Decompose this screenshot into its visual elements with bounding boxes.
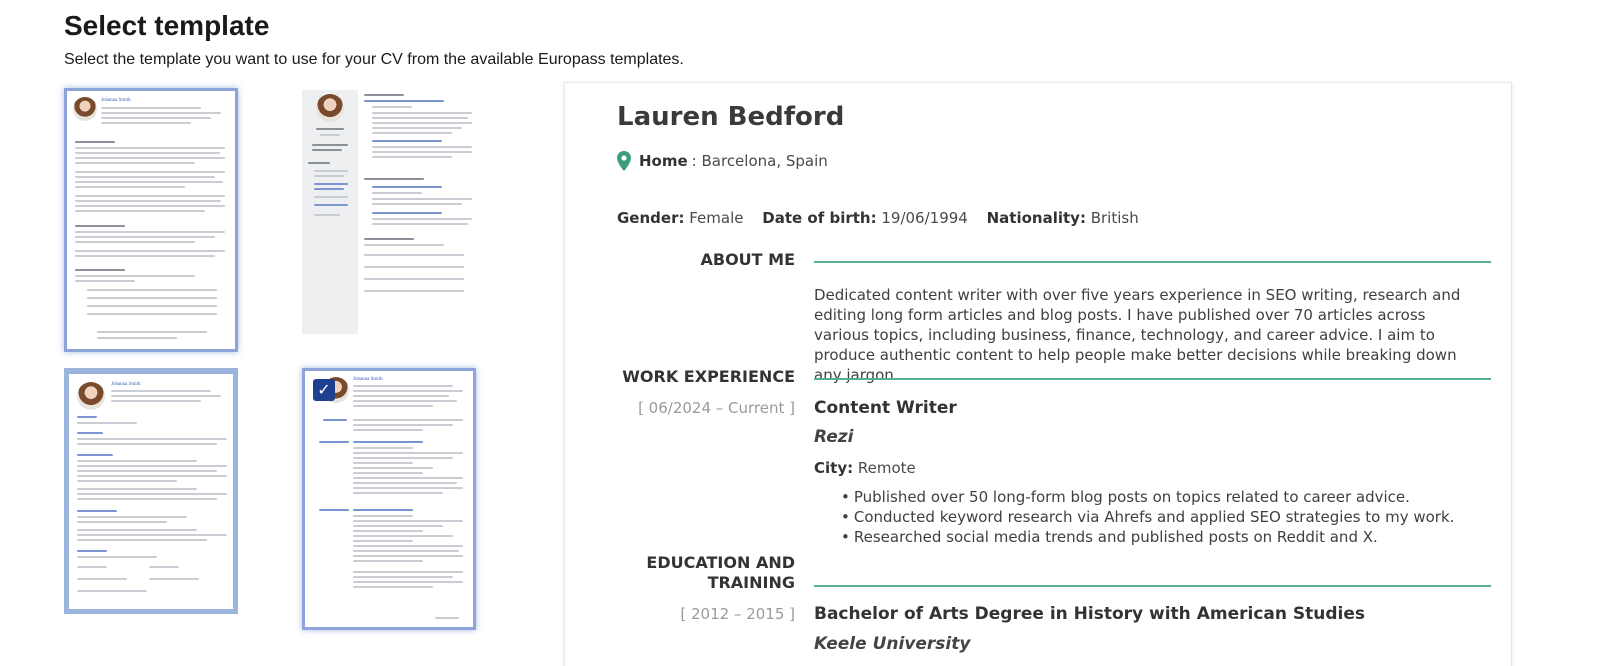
cv-preview: Lauren Bedford Home : Barcelona, Spain G… bbox=[564, 82, 1512, 666]
thumbnail-name: Johanna Smith bbox=[111, 382, 141, 387]
dob-label: Date of birth: bbox=[762, 209, 877, 227]
list-item: Researched social media trends and publi… bbox=[851, 527, 1454, 547]
work-dates: [ 06/2024 – Current ] bbox=[638, 399, 795, 417]
education-divider bbox=[814, 585, 1491, 587]
gender-value: Female bbox=[684, 209, 744, 227]
template-thumbnail-1[interactable]: Johanna Smith bbox=[64, 88, 238, 352]
education-heading-line1: EDUCATION AND bbox=[646, 553, 795, 572]
city-value: Remote bbox=[853, 459, 916, 477]
about-heading: ABOUT ME bbox=[700, 250, 795, 269]
education-heading: EDUCATION AND TRAINING bbox=[646, 553, 795, 593]
dob-value: 19/06/1994 bbox=[876, 209, 968, 227]
list-item: Published over 50 long-form blog posts o… bbox=[851, 487, 1454, 507]
work-heading: WORK EXPERIENCE bbox=[622, 367, 795, 386]
location-pin-icon bbox=[617, 151, 631, 171]
cv-name: Lauren Bedford bbox=[617, 102, 845, 132]
template-thumbnail-3[interactable]: Johanna Smith bbox=[64, 368, 238, 614]
education-heading-line2: TRAINING bbox=[707, 573, 795, 592]
page-subtitle: Select the template you want to use for … bbox=[64, 51, 684, 68]
city-label: City: bbox=[814, 459, 854, 477]
about-divider bbox=[814, 261, 1491, 263]
thumbnail-sidebar bbox=[302, 90, 358, 334]
template-thumbnail-4[interactable]: ✓ Johanna Smith bbox=[302, 368, 476, 630]
page-title: Select template bbox=[64, 10, 270, 41]
checkmark-icon: ✓ bbox=[313, 379, 335, 401]
work-divider bbox=[814, 378, 1491, 380]
thumbnail-name: Johanna Smith bbox=[101, 98, 131, 103]
cv-home-address: Home : Barcelona, Spain bbox=[617, 151, 828, 171]
degree-title: Bachelor of Arts Degree in History with … bbox=[814, 604, 1366, 624]
about-text: Dedicated content writer with over five … bbox=[814, 286, 1461, 384]
thumbnail-avatar bbox=[73, 97, 97, 121]
work-bullets: Published over 50 long-form blog posts o… bbox=[851, 487, 1455, 547]
thumbnail-avatar bbox=[77, 382, 105, 410]
nationality-label: Nationality: bbox=[986, 209, 1086, 227]
thumbnail-name: Johanna Smith bbox=[353, 377, 383, 382]
work-city: City: Remote bbox=[814, 459, 916, 477]
thumbnail-avatar bbox=[316, 94, 344, 122]
template-thumbnail-2[interactable] bbox=[302, 90, 474, 334]
cv-personal-info: Gender: Female Date of birth: 19/06/1994… bbox=[617, 209, 1139, 227]
school-name: Keele University bbox=[814, 634, 971, 654]
nationality-value: British bbox=[1085, 209, 1139, 227]
gender-label: Gender: bbox=[617, 209, 685, 227]
job-title: Content Writer bbox=[814, 398, 957, 418]
company-name: Rezi bbox=[814, 427, 854, 447]
education-dates: [ 2012 – 2015 ] bbox=[680, 605, 795, 623]
home-value: : Barcelona, Spain bbox=[691, 152, 828, 170]
list-item: Conducted keyword research via Ahrefs an… bbox=[851, 507, 1455, 527]
home-label: Home bbox=[639, 152, 688, 170]
